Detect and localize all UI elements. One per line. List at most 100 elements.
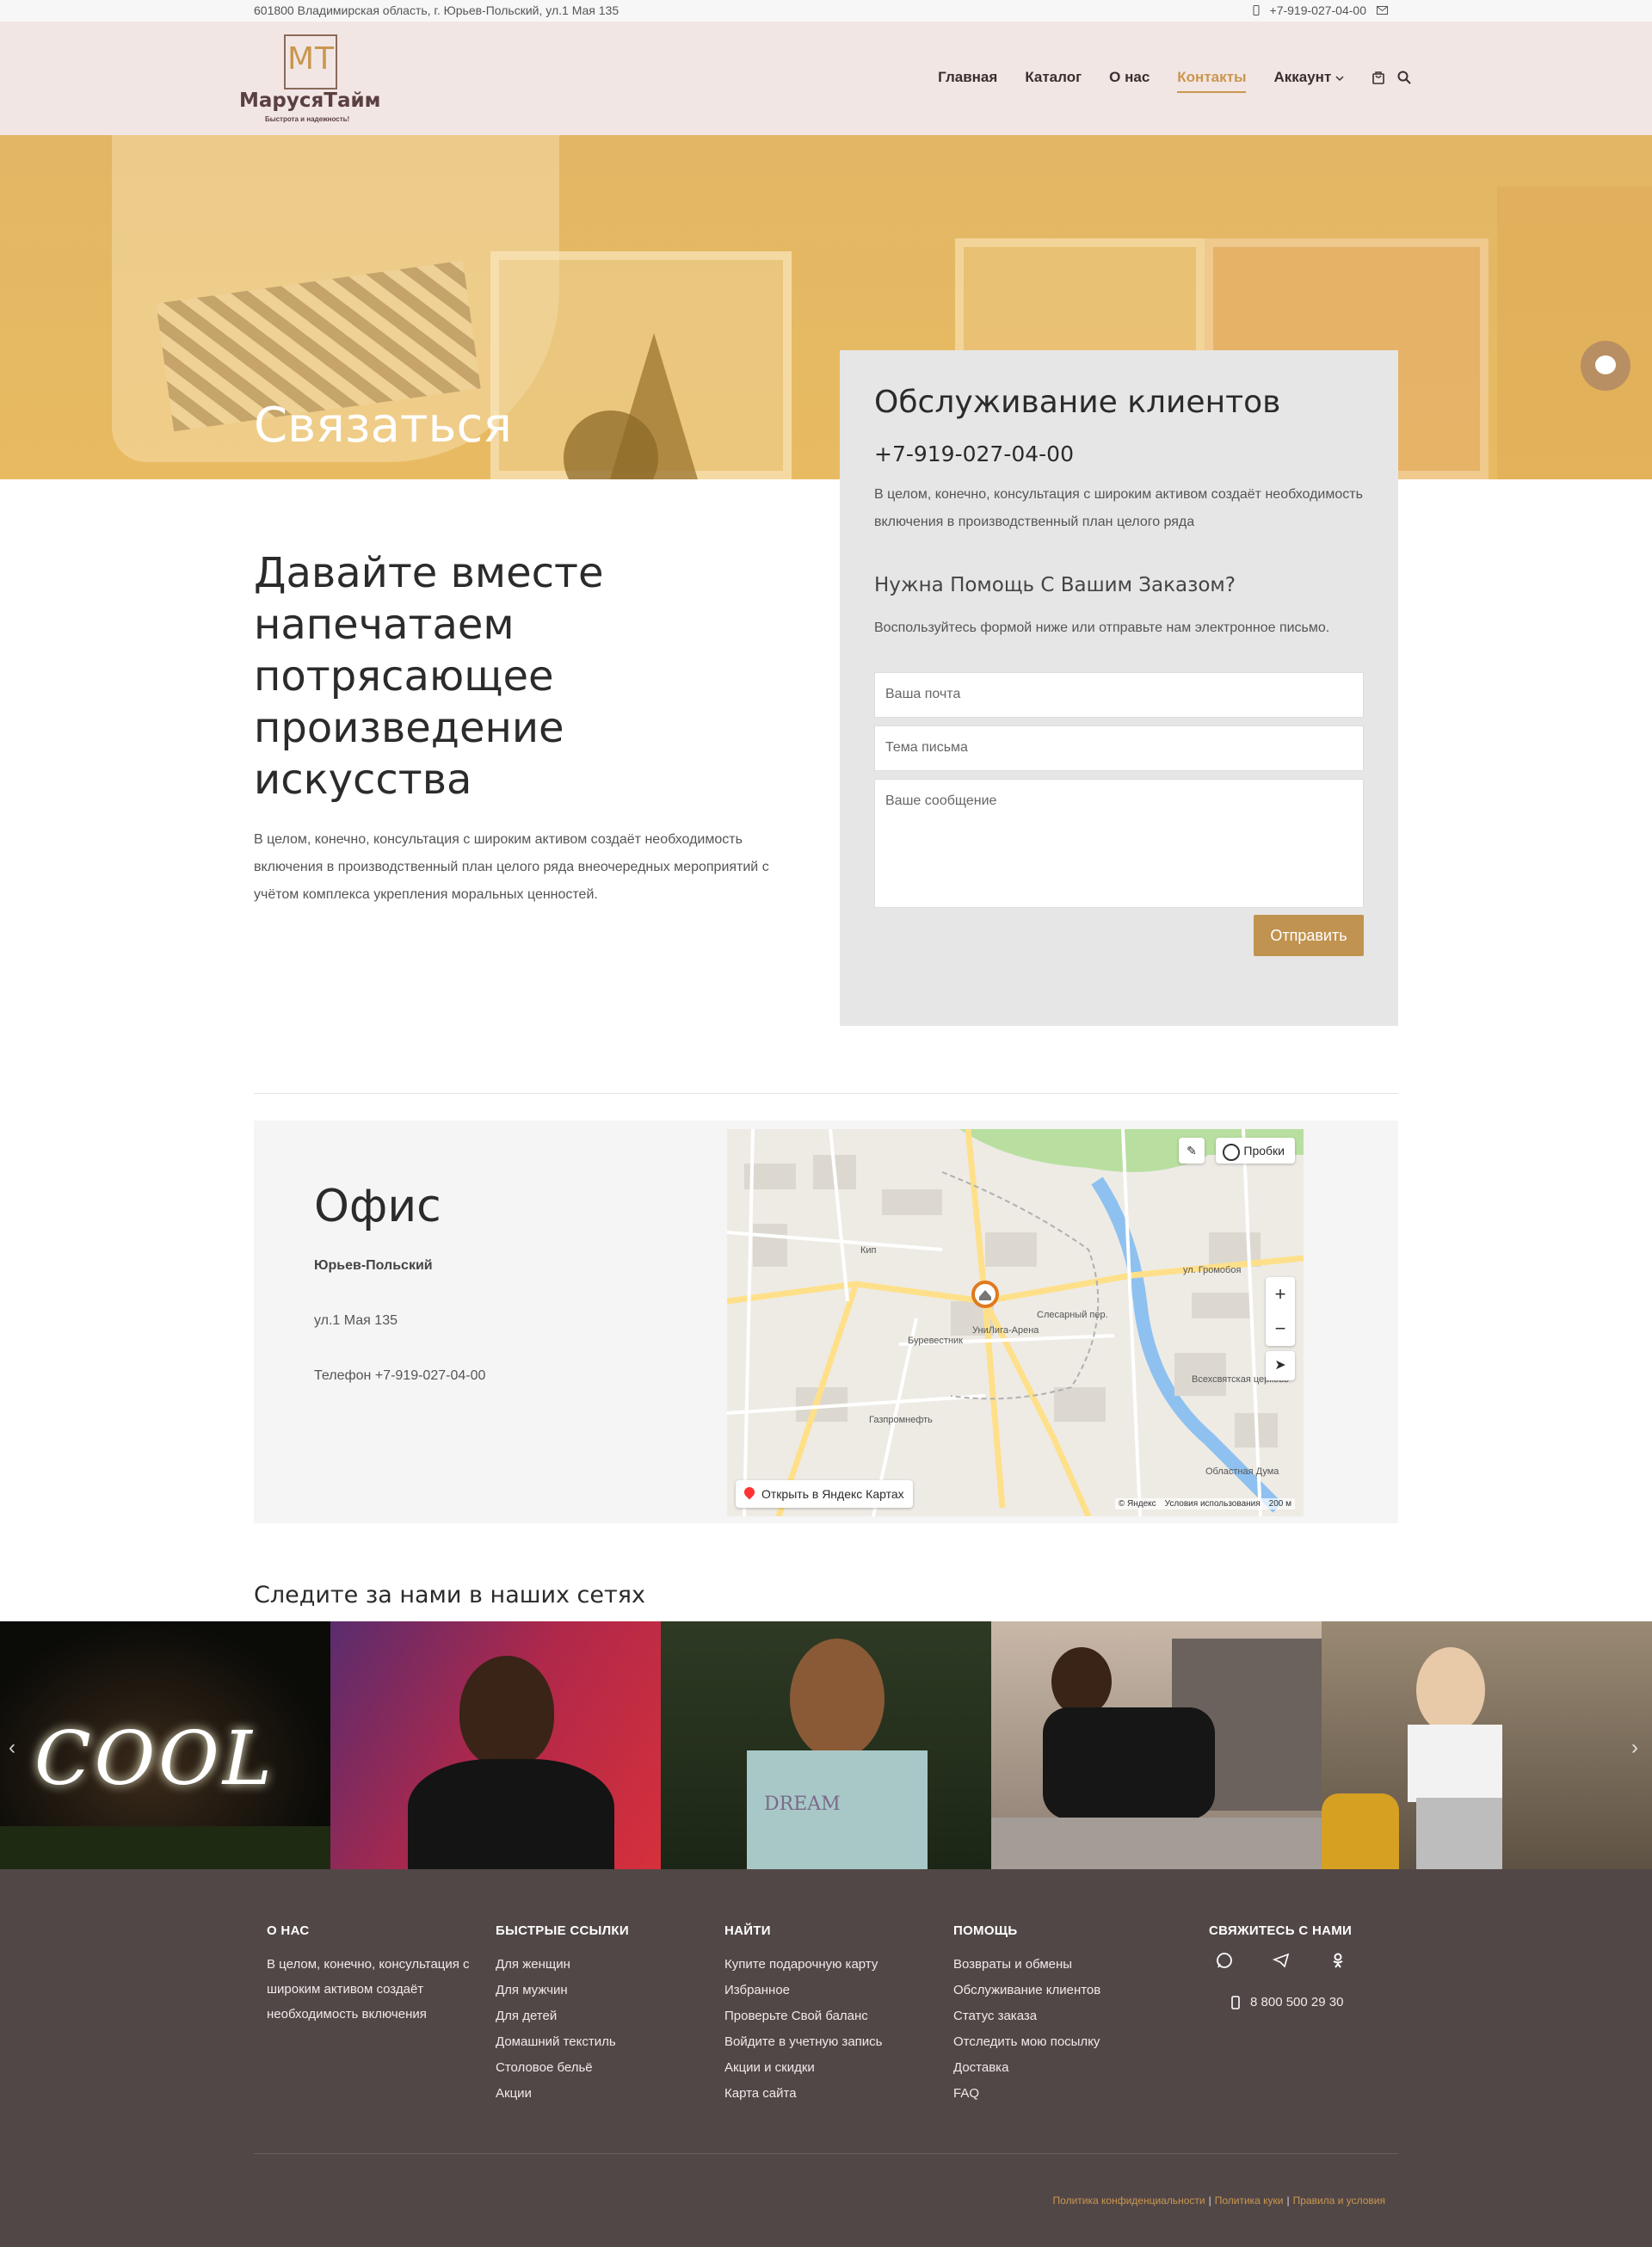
map-label: Газпромнефть: [869, 1415, 933, 1425]
logo-name: МарусяТайм: [239, 90, 381, 112]
footer-link[interactable]: Возвраты и обмены: [953, 1952, 1100, 1978]
instagram-gallery: COOL DREAM: [0, 1621, 1652, 1869]
zoom-control[interactable]: + −: [1266, 1277, 1295, 1346]
person-skirt-shape: [1416, 1798, 1502, 1869]
footer-help: ПОМОЩЬ Возвраты и обмены Обслуживание кл…: [953, 1923, 1100, 2107]
office-phone: Телефон +7-919-027-04-00: [314, 1368, 486, 1383]
office-block: Офис Юрьев-Польский ул.1 Мая 135 Телефон…: [254, 1120, 1398, 1523]
logo-letters: MT: [287, 41, 336, 77]
footer-divider: [254, 2153, 1398, 2154]
intro-title: Давайте вместе напечатаем потрясающее пр…: [254, 549, 604, 804]
message-field[interactable]: Ваше сообщение: [874, 779, 1364, 908]
footer-contact-heading: СВЯЖИТЕСЬ С НАМИ: [1209, 1923, 1353, 1938]
grass-shape: [0, 1826, 330, 1869]
nav-account[interactable]: Аккаунт: [1273, 69, 1344, 86]
email-field[interactable]: Ваша почта: [874, 672, 1364, 718]
footer-link[interactable]: FAQ: [953, 2081, 1100, 2107]
nav-account-label: Аккаунт: [1273, 69, 1332, 85]
footer-about-heading: О НАС: [267, 1923, 310, 1938]
footer-link[interactable]: Статус заказа: [953, 2003, 1100, 2029]
subject-field[interactable]: Тема письма: [874, 725, 1364, 771]
gallery-tile-woman-dream[interactable]: DREAM: [661, 1621, 991, 1869]
privacy-policy-link[interactable]: Политика конфиденциальности: [1053, 2195, 1205, 2207]
gallery-next-icon[interactable]: ›: [1631, 1736, 1638, 1760]
site-header: MT МарусяТайм Быстрота и надежность! Гла…: [0, 22, 1652, 135]
footer-link[interactable]: Проверьте Свой баланс: [724, 2003, 882, 2029]
help-title: Нужна Помощь С Вашим Заказом?: [874, 574, 1236, 596]
separator: |: [1208, 2195, 1211, 2207]
map-label: Областная Дума: [1205, 1466, 1279, 1477]
header-icons: [1372, 71, 1411, 84]
map-copyright[interactable]: © Яндекс: [1119, 1499, 1156, 1509]
nav-about[interactable]: О нас: [1109, 69, 1150, 86]
gallery-tile-city[interactable]: [991, 1621, 1322, 1869]
footer-phone[interactable]: 8 800 500 29 30: [1231, 1995, 1352, 2009]
geolocation-icon[interactable]: ➤: [1266, 1351, 1295, 1380]
gallery-tile-woman-street[interactable]: [1322, 1621, 1652, 1869]
gallery-prev-icon[interactable]: ‹: [9, 1736, 15, 1760]
whatsapp-icon[interactable]: [1216, 1952, 1233, 1969]
open-in-yandex-maps-button[interactable]: Открыть в Яндекс Картах: [736, 1480, 913, 1508]
footer-link[interactable]: Для детей: [496, 2003, 629, 2029]
footer-help-heading: ПОМОЩЬ: [953, 1923, 1018, 1938]
footer-link[interactable]: Избранное: [724, 1978, 882, 2003]
nav-catalog[interactable]: Каталог: [1025, 69, 1082, 86]
footer-find: НАЙТИ Купите подарочную карту Избранное …: [724, 1923, 882, 2107]
footer-link[interactable]: Акции и скидки: [724, 2055, 882, 2081]
footer-link[interactable]: Для мужчин: [496, 1978, 629, 2003]
site-logo[interactable]: MT МарусяТайм Быстрота и надежность!: [239, 34, 385, 129]
section-divider: [254, 1093, 1398, 1094]
traffic-button[interactable]: Пробки: [1216, 1138, 1295, 1164]
hero-title: Связаться: [254, 398, 512, 454]
zoom-out-button[interactable]: −: [1266, 1312, 1295, 1346]
ruler-icon[interactable]: ✎: [1179, 1138, 1205, 1164]
footer-phone-number: 8 800 500 29 30: [1250, 1995, 1344, 2009]
footer-link[interactable]: Отследить мою посылку: [953, 2029, 1100, 2055]
search-icon[interactable]: [1397, 71, 1411, 84]
cart-icon[interactable]: [1372, 71, 1385, 84]
footer-link[interactable]: Карта сайта: [724, 2081, 882, 2107]
service-description: В целом, конечно, консультация с широким…: [874, 487, 1363, 529]
map-label: ул. Громобоя: [1183, 1265, 1242, 1275]
chat-button[interactable]: [1581, 341, 1630, 391]
footer-link[interactable]: Войдите в учетную запись: [724, 2029, 882, 2055]
mail-icon[interactable]: [1377, 6, 1388, 15]
footer-link[interactable]: Купите подарочную карту: [724, 1952, 882, 1978]
customer-service-panel: Обслуживание клиентов +7-919-027-04-00 В…: [840, 350, 1398, 1026]
yandex-map[interactable]: Кип Буревестник УниЛига-Арена Газпромнеф…: [727, 1129, 1304, 1516]
footer-link[interactable]: Домашний текстиль: [496, 2029, 629, 2055]
footer-link[interactable]: Доставка: [953, 2055, 1100, 2081]
person-head-shape: [790, 1639, 885, 1759]
top-bar: 601800 Владимирская область, г. Юрьев-По…: [0, 0, 1652, 22]
footer-about: О НАС В целом, конечно, консультация с ш…: [267, 1923, 473, 2027]
footer-link[interactable]: Акции: [496, 2081, 629, 2107]
person-head-shape: [459, 1656, 554, 1768]
top-phone-link[interactable]: +7-919-027-04-00: [1270, 3, 1366, 17]
footer-link[interactable]: Обслуживание клиентов: [953, 1978, 1100, 2003]
sparkler-text: COOL: [34, 1716, 275, 1802]
zoom-in-button[interactable]: +: [1266, 1277, 1295, 1312]
help-hint: Воспользуйтесь формой ниже или отправьте…: [874, 620, 1330, 635]
footer-legal-links: Политика конфиденциальности | Политика кук…: [1053, 2195, 1385, 2207]
odnoklassniki-icon[interactable]: [1329, 1952, 1347, 1969]
service-title: Обслуживание клиентов: [874, 385, 1281, 420]
nav-contacts[interactable]: Контакты: [1177, 69, 1247, 93]
footer-link[interactable]: Столовое бельё: [496, 2055, 629, 2081]
telegram-icon[interactable]: [1273, 1952, 1290, 1969]
gallery-tile-cool[interactable]: COOL: [0, 1621, 330, 1869]
car-shape: [1322, 1793, 1399, 1869]
nav-home[interactable]: Главная: [938, 69, 997, 86]
send-button[interactable]: Отправить: [1254, 915, 1364, 956]
person-head-shape: [1416, 1647, 1485, 1733]
footer-link[interactable]: Для женщин: [496, 1952, 629, 1978]
footer-find-heading: НАЙТИ: [724, 1923, 771, 1938]
map-roads-graphic: [727, 1129, 1304, 1516]
separator: |: [1286, 2195, 1290, 2207]
terms-link[interactable]: Правила и условия: [1293, 2195, 1385, 2207]
cookie-policy-link[interactable]: Политика куки: [1215, 2195, 1284, 2207]
chat-bubble-icon: [1595, 355, 1616, 374]
service-phone[interactable]: +7-919-027-04-00: [874, 441, 1074, 466]
gallery-tile-man[interactable]: [330, 1621, 661, 1869]
footer-about-text: В целом, конечно, консультация с широким…: [267, 1957, 470, 2022]
map-terms-link[interactable]: Условия использования: [1165, 1499, 1261, 1509]
